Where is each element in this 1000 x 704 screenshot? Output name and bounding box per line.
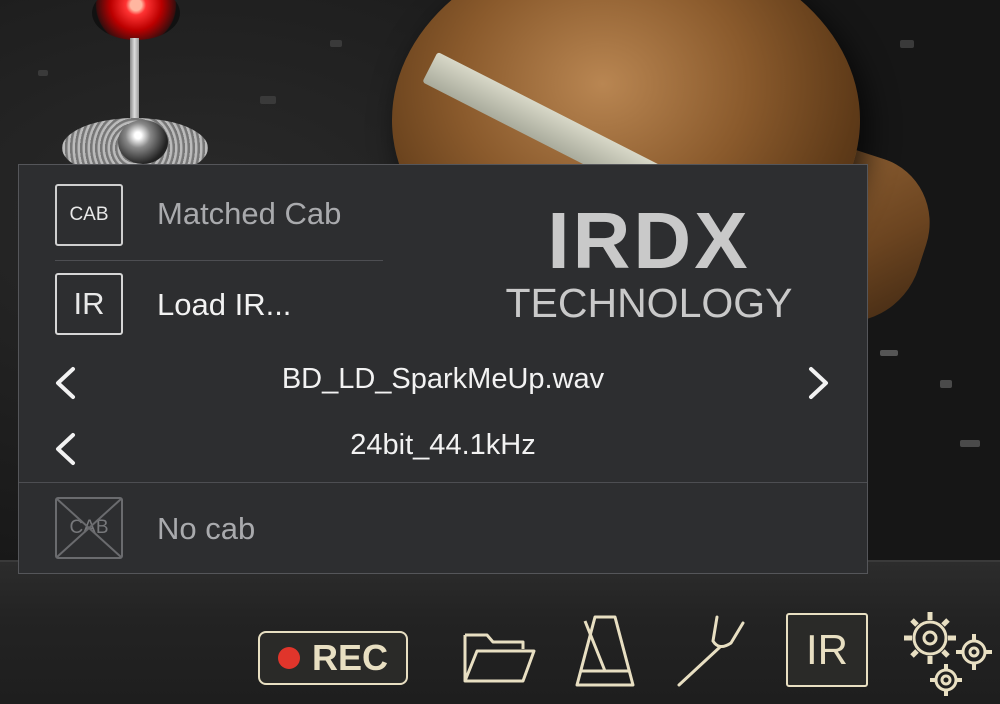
cab-ir-panel: CAB Matched Cab IR Load IR... IRDX TECHN…	[18, 164, 868, 574]
ir-icon: IR	[806, 626, 848, 673]
chevron-left-icon[interactable]	[49, 430, 83, 468]
toggle-switch-ball	[118, 120, 168, 164]
metronome-icon	[575, 615, 635, 687]
power-lamp	[92, 0, 180, 40]
logo-line2: TECHNOLOGY	[505, 280, 793, 326]
tuner-button[interactable]	[672, 610, 750, 690]
cab-icon: CAB	[55, 184, 123, 246]
record-button[interactable]: REC	[258, 631, 408, 685]
no-cab-icon: CAB	[55, 497, 123, 559]
settings-gears-icon	[904, 612, 992, 696]
cab-badge-text: CAB	[69, 204, 109, 225]
divider	[19, 482, 867, 483]
ir-button[interactable]: IR	[786, 613, 868, 687]
sample-format-selector: 24bit_44.1kHz	[19, 427, 867, 471]
matched-cab-label: Matched Cab	[157, 196, 342, 231]
divider	[55, 260, 383, 261]
load-ir-label: Load IR...	[157, 287, 292, 322]
settings-button[interactable]	[896, 606, 996, 698]
toggle-lever	[130, 38, 139, 124]
no-cab-label: No cab	[157, 511, 256, 546]
record-dot-icon	[277, 647, 300, 669]
ir-icon: IR	[55, 273, 123, 335]
folder-icon	[463, 633, 536, 683]
record-label: REC	[311, 637, 388, 678]
folder-button[interactable]	[460, 624, 538, 688]
tuning-fork-icon	[677, 615, 745, 687]
irdx-technology-logo: IRDX TECHNOLOGY	[499, 196, 799, 326]
ir-file-selector: BD_LD_SparkMeUp.wav	[19, 361, 867, 405]
ir-file-name: BD_LD_SparkMeUp.wav	[281, 363, 605, 395]
chevron-left-icon[interactable]	[49, 364, 83, 402]
no-cab-option[interactable]: CAB No cab	[19, 485, 867, 573]
sample-format-value: 24bit_44.1kHz	[350, 429, 536, 461]
logo-line1: IRDX	[547, 196, 751, 285]
metronome-button[interactable]	[572, 612, 638, 690]
ir-badge-text: IR	[73, 286, 105, 321]
chevron-right-icon[interactable]	[801, 364, 835, 402]
